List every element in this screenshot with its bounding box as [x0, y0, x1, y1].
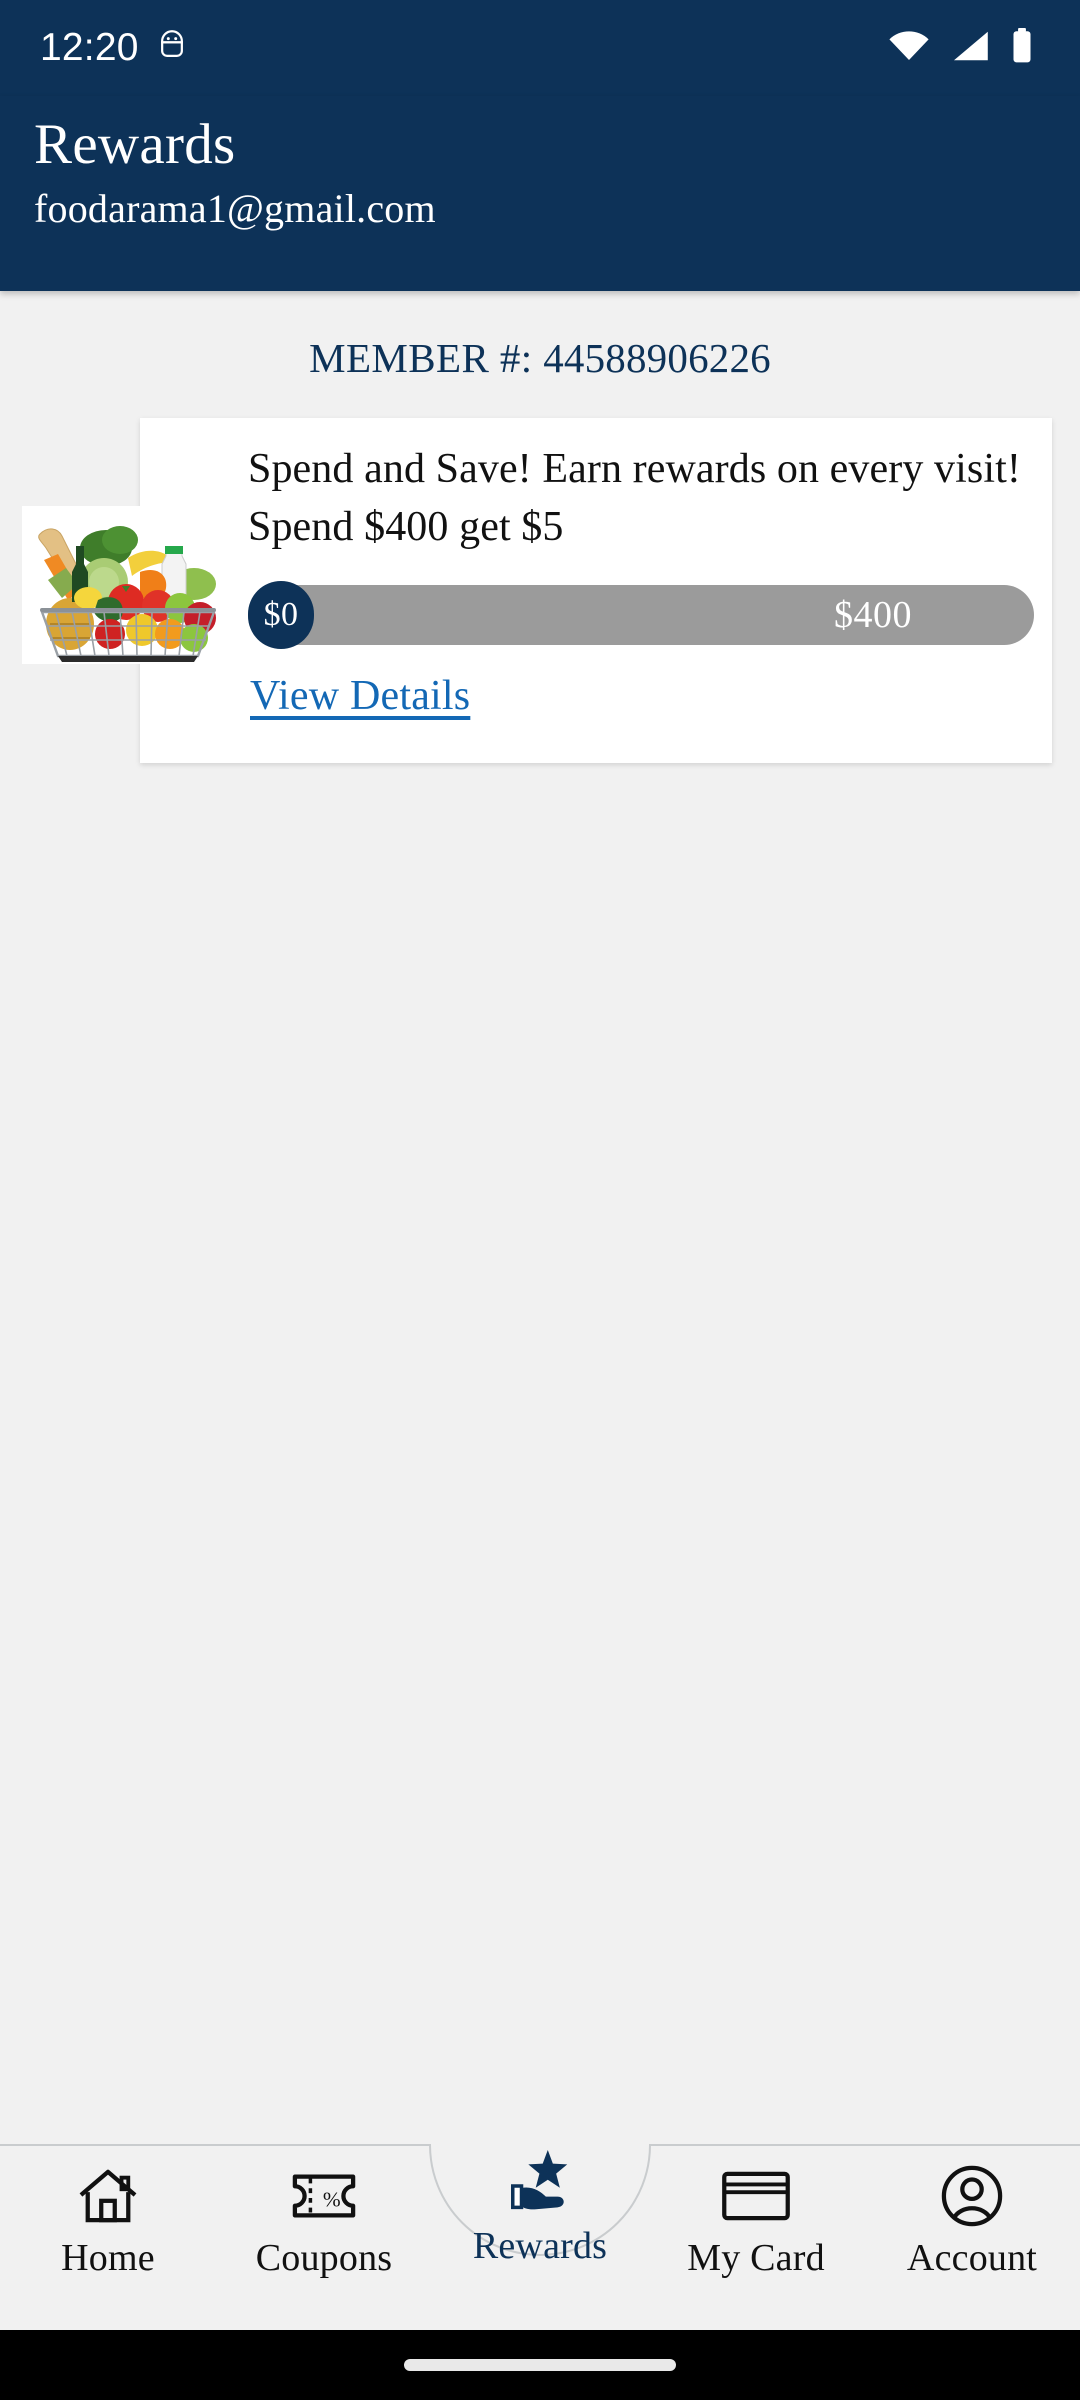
status-clock: 12:20: [40, 26, 139, 69]
wifi-icon: [888, 30, 930, 67]
nav-item-my-card[interactable]: My Card: [648, 2144, 864, 2330]
home-icon: [77, 2166, 139, 2226]
system-gesture-bar: [0, 2330, 1080, 2400]
reward-card[interactable]: Spend and Save! Earn rewards on every vi…: [22, 418, 1052, 763]
reward-progress[interactable]: $400 $0: [248, 581, 1034, 649]
nav-items: Home % Coupons Rewards My Card Account: [0, 2144, 1080, 2330]
progress-current-value: $0: [263, 596, 299, 633]
account-email: foodarama1@gmail.com: [34, 186, 436, 231]
app-header: Rewards foodarama1@gmail.com: [0, 96, 1080, 291]
cellular-signal-icon: [950, 30, 990, 67]
progress-goal-value: $400: [834, 594, 912, 636]
status-bar-left: 12:20: [40, 26, 187, 70]
nav-item-rewards[interactable]: Rewards: [432, 2144, 648, 2330]
nav-item-home[interactable]: Home: [0, 2144, 216, 2330]
status-bar: 12:20: [0, 0, 1080, 96]
nav-item-account[interactable]: Account: [864, 2144, 1080, 2330]
progress-knob: $0: [248, 581, 314, 649]
nav-label-rewards: Rewards: [472, 2225, 608, 2267]
gesture-pill[interactable]: [404, 2359, 676, 2371]
nav-label-coupons: Coupons: [255, 2237, 393, 2279]
member-label: MEMBER #:: [309, 335, 533, 381]
battery-icon: [1010, 27, 1034, 69]
svg-text:%: %: [323, 2188, 341, 2212]
view-details-link[interactable]: View Details: [250, 672, 470, 720]
progress-track: $400: [248, 585, 1034, 645]
grocery-basket-photo: [22, 506, 228, 664]
bottom-navigation-bar: Home % Coupons Rewards My Card Account: [0, 2144, 1080, 2330]
reward-headline: Spend and Save! Earn rewards on every vi…: [248, 446, 1021, 550]
reward-card-body: Spend and Save! Earn rewards on every vi…: [248, 440, 1052, 763]
member-number: 44588906226: [543, 335, 771, 381]
main-content: MEMBER #: 44588906226 Spend and Save! Ea…: [0, 291, 1080, 2144]
nav-label-home: Home: [61, 2237, 155, 2279]
nav-label-my-card: My Card: [687, 2237, 825, 2279]
nav-label-account: Account: [906, 2237, 1038, 2279]
account-icon: [941, 2165, 1003, 2227]
hand-star-icon: [501, 2149, 579, 2214]
card-icon: [721, 2166, 791, 2226]
coupon-icon: %: [291, 2166, 357, 2226]
page-title: Rewards: [34, 113, 236, 176]
nav-item-coupons[interactable]: % Coupons: [216, 2144, 432, 2330]
android-head-icon: [157, 29, 187, 67]
member-number-line: MEMBER #: 44588906226: [0, 291, 1080, 388]
status-bar-right: [888, 27, 1034, 69]
